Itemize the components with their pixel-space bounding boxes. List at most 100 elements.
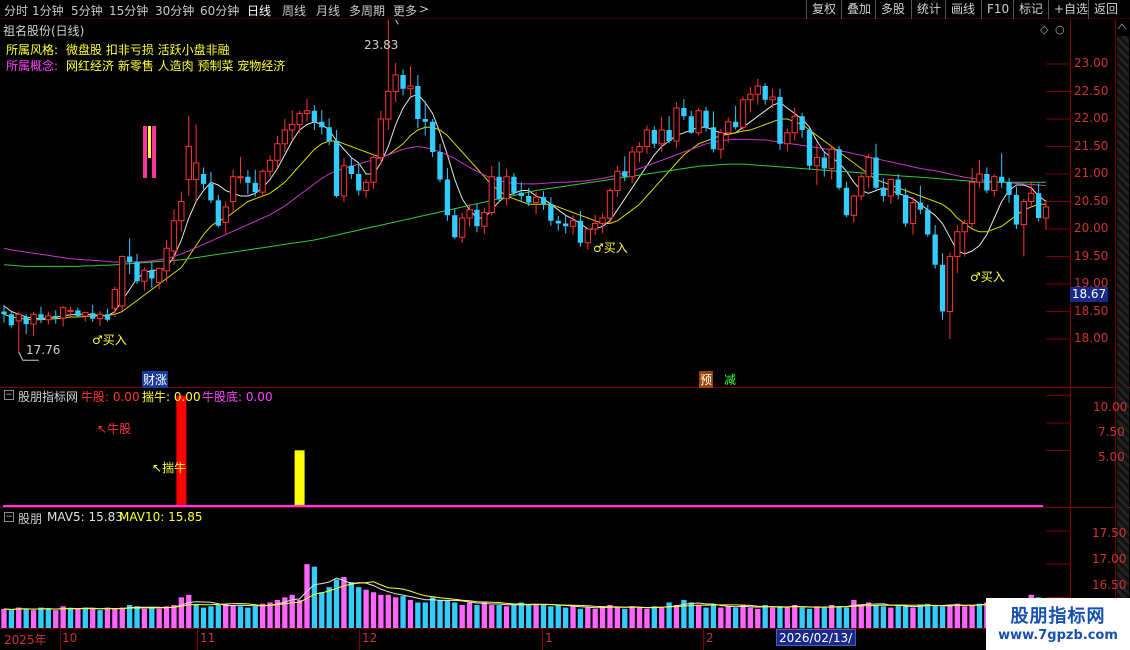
overlay-button[interactable]: 叠加 <box>841 0 876 19</box>
volume-bar <box>843 607 850 628</box>
volume-bar <box>555 605 561 628</box>
volume-bar <box>954 603 960 628</box>
candle-body <box>170 220 178 252</box>
candle-body <box>289 124 296 131</box>
candle-body <box>717 132 724 150</box>
candle-body <box>481 212 488 227</box>
volume-bar <box>97 610 103 628</box>
period-more[interactable]: 更多 <box>393 2 417 19</box>
period-30min[interactable]: 30分钟 <box>155 2 194 19</box>
style-value: 微盘股 扣非亏损 活跃小盘非融 <box>66 43 230 57</box>
volume-bar <box>755 608 761 628</box>
volume-bar <box>400 596 406 628</box>
date-month-label: 1 <box>545 631 553 645</box>
volume-bar <box>8 610 15 628</box>
collapse-icon[interactable]: − <box>4 512 14 522</box>
volume-bar <box>784 607 791 628</box>
volume-bar <box>267 602 273 628</box>
date-axis-line <box>0 628 1070 629</box>
volume-bar <box>149 607 155 628</box>
period-weekly[interactable]: 周线 <box>282 2 306 19</box>
period-15min[interactable]: 15分钟 <box>109 2 148 19</box>
mark-button[interactable]: 标记 <box>1013 0 1048 19</box>
volume-bar <box>792 605 798 628</box>
circle-icon[interactable]: ○ <box>1055 23 1065 36</box>
candle-body <box>134 262 140 282</box>
add-watchlist-button[interactable]: +自选 <box>1048 0 1093 19</box>
volume-bar <box>533 603 539 628</box>
volume-axis-label: 16.50 <box>1092 578 1127 592</box>
watermark-url: www.7gpzb.com <box>998 628 1118 643</box>
date-month-label: 12 <box>362 631 378 645</box>
candle-body <box>274 143 281 161</box>
volume-bar <box>925 603 931 628</box>
period-60min[interactable]: 60分钟 <box>200 2 239 19</box>
more-chevron-icon[interactable]: > <box>419 2 429 16</box>
candle-body <box>946 256 954 312</box>
candle-body <box>606 190 614 219</box>
candle-body <box>873 157 879 188</box>
volume-bar <box>104 607 111 628</box>
volume-bar <box>112 608 118 628</box>
volume-bar <box>348 582 354 628</box>
jian-marker[interactable]: 减 <box>724 371 736 388</box>
candle-body <box>622 171 628 177</box>
candle-body <box>791 115 798 134</box>
price-axis-label: 20.00 <box>1074 221 1109 235</box>
diamond-icon[interactable]: ◇ <box>1040 23 1048 36</box>
statistics-button[interactable]: 统计 <box>911 0 946 19</box>
volume-bar <box>444 599 451 628</box>
candle-body <box>222 206 229 223</box>
volume-bar <box>562 607 569 628</box>
draw-line-button[interactable]: 画线 <box>945 0 980 19</box>
candle-body <box>452 215 458 238</box>
indicator-axis-label: 5.00 <box>1098 450 1125 464</box>
period-multi[interactable]: 多周期 <box>349 2 385 19</box>
collapse-icon[interactable]: − <box>4 390 14 400</box>
volume-bar <box>548 606 554 628</box>
volume-bar <box>489 605 495 628</box>
period-5min[interactable]: 5分钟 <box>71 2 103 19</box>
volume-bar <box>30 610 37 628</box>
candle-body <box>681 108 687 117</box>
candle-body <box>45 315 52 321</box>
candle-body <box>902 194 909 224</box>
f10-button[interactable]: F10 <box>981 0 1014 19</box>
high-price-label: 23.83 <box>364 38 399 52</box>
period-daily[interactable]: 日线 <box>247 2 271 19</box>
watermark-logo: 股朋指标网 www.7gpzb.com <box>986 598 1130 650</box>
back-button[interactable]: 返回 <box>1088 0 1123 19</box>
candle-body <box>710 127 717 150</box>
candle-body <box>762 86 768 100</box>
volume-bar <box>902 606 909 628</box>
multi-stock-button[interactable]: 多股 <box>875 0 910 19</box>
volume-bar <box>614 607 621 628</box>
period-fenshi[interactable]: 分时 <box>4 2 28 19</box>
volume-bar <box>858 605 864 628</box>
watermark-title: 股朋指标网 <box>1010 606 1106 627</box>
period-monthly[interactable]: 月线 <box>316 2 340 19</box>
candle-body <box>362 181 370 191</box>
volume-bar <box>90 608 96 628</box>
chevron-up-icon[interactable] <box>1117 22 1130 32</box>
volume-bar <box>474 605 480 628</box>
volume-bar <box>82 607 88 628</box>
candle-body <box>895 179 901 195</box>
yu-marker[interactable]: 预 <box>699 371 714 388</box>
caizhang-marker[interactable]: 财涨 <box>142 371 169 388</box>
volume-bar <box>466 602 473 628</box>
volume-bar <box>651 606 657 628</box>
candle-body <box>850 195 858 216</box>
volume-bar <box>806 608 813 628</box>
volume-bar <box>969 605 975 628</box>
axis-divider <box>1070 20 1071 630</box>
candle-body <box>828 148 835 169</box>
candle-body <box>599 217 606 224</box>
candle-body <box>1006 182 1012 195</box>
candle-body <box>636 146 643 153</box>
price-axis-label: 18.50 <box>1074 303 1109 318</box>
volume-bar <box>865 602 872 628</box>
fuquan-button[interactable]: 复权 <box>806 0 841 19</box>
candle-body <box>703 110 709 128</box>
period-1min[interactable]: 1分钟 <box>32 2 64 19</box>
